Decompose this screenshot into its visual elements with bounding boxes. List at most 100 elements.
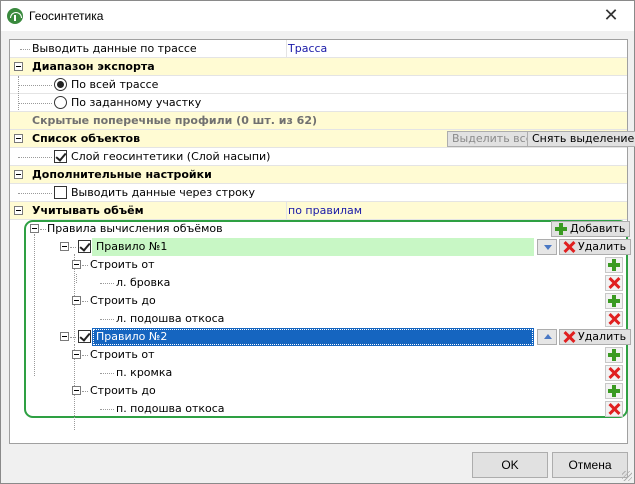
dialog-window: Геосинтетика ✕ Выводить данные по трассе…	[0, 0, 635, 484]
rule-1-from-add-button[interactable]	[605, 257, 623, 273]
output-by-route-value[interactable]: Трасса	[288, 42, 327, 55]
collapse-icon[interactable]	[14, 62, 23, 71]
export-range-label: Диапазон экспорта	[32, 60, 155, 73]
arrow-down-icon	[544, 245, 552, 250]
app-logo-icon	[7, 8, 23, 24]
rule-1-build-from[interactable]: Строить от	[70, 256, 624, 274]
category-export-range[interactable]: Диапазон экспорта	[10, 58, 627, 76]
radio-given-section[interactable]	[54, 96, 67, 109]
collapse-icon[interactable]	[60, 242, 69, 251]
rule-2-row[interactable]: Правило №2 Удалить	[58, 328, 632, 346]
rule-2-to-value: п. подошва откоса	[116, 402, 225, 415]
collapse-icon[interactable]	[60, 332, 69, 341]
rule-2-name-cell[interactable]: Правило №2	[92, 328, 534, 346]
category-extra-settings[interactable]: Дополнительные настройки	[10, 166, 627, 184]
option-given-section-label: По заданному участку	[71, 96, 202, 109]
rule-1-to-value: л. подошва откоса	[116, 312, 225, 325]
output-by-route-label: Выводить данные по трассе	[32, 42, 197, 55]
rule-1-to-value-row[interactable]: л. подошва откоса	[70, 310, 624, 328]
option-given-section[interactable]: По заданному участку	[10, 94, 627, 112]
plus-icon	[607, 294, 621, 308]
collapse-icon[interactable]	[30, 224, 39, 233]
category-volume[interactable]: Учитывать объём по правилам	[10, 202, 627, 220]
object-item-label: Слой геосинтетики (Слой насыпи)	[71, 150, 271, 163]
rule-1-build-to[interactable]: Строить до	[70, 292, 624, 310]
close-button[interactable]: ✕	[588, 1, 634, 31]
collapse-icon[interactable]	[14, 134, 23, 143]
rule-1-to-add-button[interactable]	[605, 293, 623, 309]
rule-2-delete-button[interactable]: Удалить	[559, 329, 632, 345]
rule-2-from-value: п. кромка	[116, 366, 173, 379]
volume-value[interactable]: по правилам	[288, 204, 362, 217]
add-rule-button[interactable]: Добавить	[551, 221, 631, 237]
rule-2-checkbox[interactable]	[78, 330, 91, 343]
deselect-button[interactable]: Снять выделение	[527, 131, 635, 147]
move-up-button[interactable]	[537, 329, 557, 345]
rule-2-to-value-row[interactable]: п. подошва откоса	[70, 400, 624, 418]
option-whole-route[interactable]: По всей трассе	[10, 76, 627, 112]
rules-label: Правила вычисления объёмов	[47, 222, 223, 235]
every-other-row-label: Выводить данные через строку	[71, 186, 255, 199]
cancel-button[interactable]: Отмена	[552, 452, 628, 478]
arrow-up-icon	[544, 334, 552, 339]
extra-settings-label: Дополнительные настройки	[32, 168, 212, 181]
collapse-icon[interactable]	[72, 260, 81, 269]
collapse-icon[interactable]	[14, 170, 23, 179]
object-list-label: Список объектов	[32, 132, 141, 145]
plus-icon	[607, 384, 621, 398]
plus-icon	[607, 348, 621, 362]
resize-grip-icon[interactable]	[622, 471, 632, 481]
row-output-by-route[interactable]: Выводить данные по трассе Трасса	[10, 40, 627, 58]
delete-icon	[562, 330, 576, 344]
delete-icon	[607, 276, 621, 290]
collapse-icon[interactable]	[72, 350, 81, 359]
rule-1-name: Правило №1	[96, 240, 168, 253]
category-object-list[interactable]: Список объектов Выделить все Снять выдел…	[10, 130, 635, 148]
rule-2-to-add-button[interactable]	[605, 383, 623, 399]
hidden-profiles-label: Скрытые поперечные профили (0 шт. из 62)	[32, 114, 318, 127]
rule-2-to-remove-button[interactable]	[605, 401, 623, 417]
property-grid[interactable]: Выводить данные по трассе Трасса Диапазо…	[9, 39, 635, 444]
rule-1-from-remove-button[interactable]	[605, 275, 623, 291]
rule-1-build-to-label: Строить до	[90, 294, 156, 307]
rule-1-build-from-label: Строить от	[90, 258, 155, 271]
rule-1-from-value-row[interactable]: л. бровка	[70, 274, 624, 292]
rule-2-build-from-label: Строить от	[90, 348, 155, 361]
collapse-icon[interactable]	[72, 386, 81, 395]
collapse-icon[interactable]	[14, 206, 23, 215]
collapse-icon[interactable]	[72, 296, 81, 305]
plus-icon	[554, 222, 568, 236]
delete-icon	[607, 312, 621, 326]
rules-header[interactable]: Правила вычисления объёмов Добавить	[26, 220, 631, 238]
ok-button[interactable]: OK	[472, 452, 548, 478]
option-whole-route-label: По всей трассе	[71, 78, 159, 91]
delete-icon	[607, 402, 621, 416]
rule-2-from-value-row[interactable]: п. кромка	[70, 364, 624, 382]
radio-whole-route[interactable]	[54, 78, 67, 91]
select-all-button[interactable]: Выделить все	[447, 131, 538, 147]
rule-2-name: Правило №2	[96, 330, 168, 343]
rule-2-from-remove-button[interactable]	[605, 365, 623, 381]
rule-1-to-remove-button[interactable]	[605, 311, 623, 327]
delete-icon	[562, 240, 576, 254]
rule-1-row[interactable]: Правило №1 Удалить	[58, 238, 632, 256]
plus-icon	[607, 258, 621, 272]
every-other-row-checkbox[interactable]	[54, 186, 67, 199]
delete-icon	[607, 366, 621, 380]
category-hidden-profiles[interactable]: Скрытые поперечные профили (0 шт. из 62)	[10, 112, 627, 130]
move-down-button[interactable]	[537, 239, 557, 255]
rule-2-from-add-button[interactable]	[605, 347, 623, 363]
rule-1-delete-button[interactable]: Удалить	[559, 239, 632, 255]
rule-1-name-cell[interactable]: Правило №1	[92, 238, 534, 256]
rule-2-build-from[interactable]: Строить от	[70, 346, 624, 364]
object-item-checkbox[interactable]	[54, 150, 67, 163]
object-item-geosynthetic-layer[interactable]: Слой геосинтетики (Слой насыпи)	[10, 148, 627, 166]
rule-2-build-to[interactable]: Строить до	[70, 382, 624, 400]
rule-1-from-value: л. бровка	[116, 276, 171, 289]
volume-label: Учитывать объём	[32, 204, 144, 217]
rule-2-build-to-label: Строить до	[90, 384, 156, 397]
window-title: Геосинтетика	[29, 9, 104, 23]
rule-1-checkbox[interactable]	[78, 240, 91, 253]
title-bar: Геосинтетика ✕	[1, 1, 634, 31]
extra-item-every-other-row[interactable]: Выводить данные через строку	[10, 184, 627, 202]
